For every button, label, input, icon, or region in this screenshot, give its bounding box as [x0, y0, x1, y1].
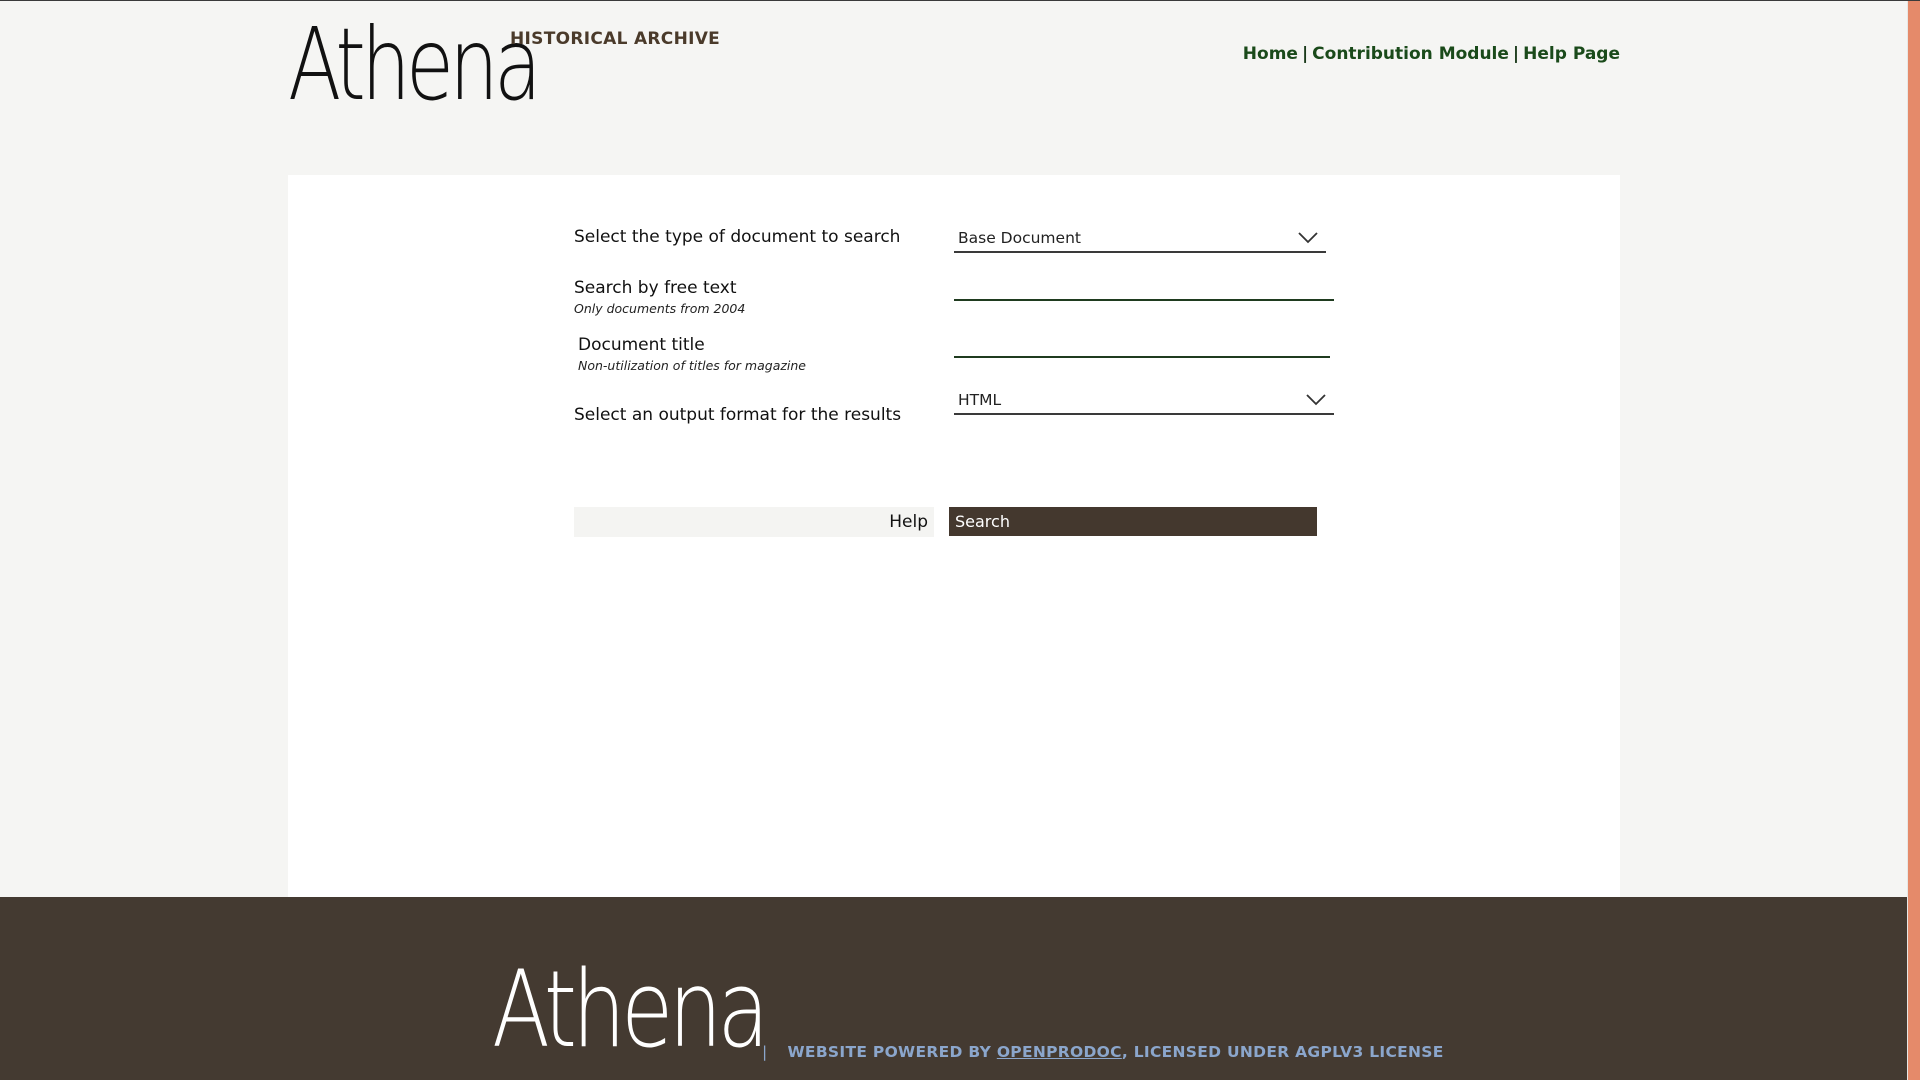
- openprodoc-link[interactable]: OPENPRODOC: [997, 1043, 1122, 1061]
- athena-logo[interactable]: Athena: [288, 15, 542, 115]
- doc-title-label: Document title: [578, 335, 705, 355]
- archive-title: HISTORICAL ARCHIVE: [510, 29, 721, 49]
- nav-home-link[interactable]: Home: [1243, 44, 1298, 64]
- output-format-select[interactable]: HTML: [954, 389, 1334, 415]
- nav-separator: |: [1512, 44, 1520, 64]
- doc-type-label: Select the type of document to search: [574, 227, 901, 247]
- doc-type-select[interactable]: Base Document: [954, 227, 1326, 253]
- help-button[interactable]: Help: [574, 507, 934, 537]
- chevron-down-icon: [1298, 232, 1318, 244]
- search-button[interactable]: Search: [949, 507, 1317, 536]
- search-form-card: Select the type of document to search Ba…: [288, 175, 1620, 897]
- nav-separator: |: [1301, 44, 1309, 64]
- footer-license: , LICENSED UNDER AGPLV3 LICENSE: [1121, 1043, 1444, 1061]
- output-format-label: Select an output format for the results: [574, 405, 902, 425]
- scrollbar[interactable]: [1908, 1, 1920, 1080]
- doc-title-hint: Non-utilization of titles for magazine: [578, 358, 806, 373]
- chevron-down-icon: [1306, 394, 1326, 406]
- output-format-selected-value: HTML: [958, 391, 1002, 409]
- doc-title-input[interactable]: [954, 330, 1330, 358]
- footer-credit: | WEBSITE POWERED BY OPENPRODOC, LICENSED…: [762, 1043, 1444, 1061]
- doc-type-selected-value: Base Document: [958, 229, 1081, 247]
- page: Athena HISTORICAL ARCHIVE Home | Contribut…: [0, 0, 1920, 1080]
- footer-separator: |: [762, 1043, 768, 1061]
- footer-powered-by: WEBSITE POWERED BY: [787, 1043, 997, 1061]
- nav-help-page-link[interactable]: Help Page: [1523, 44, 1620, 64]
- footer: Athena | WEBSITE POWERED BY OPENPRODOC, L…: [0, 897, 1908, 1080]
- top-nav: Home | Contribution Module | Help Page: [1243, 44, 1620, 64]
- free-text-hint: Only documents from 2004: [574, 301, 746, 316]
- footer-athena-logo: Athena: [492, 948, 769, 1071]
- free-text-label: Search by free text: [574, 278, 737, 298]
- free-text-input[interactable]: [954, 273, 1334, 301]
- nav-contribution-module-link[interactable]: Contribution Module: [1312, 44, 1509, 64]
